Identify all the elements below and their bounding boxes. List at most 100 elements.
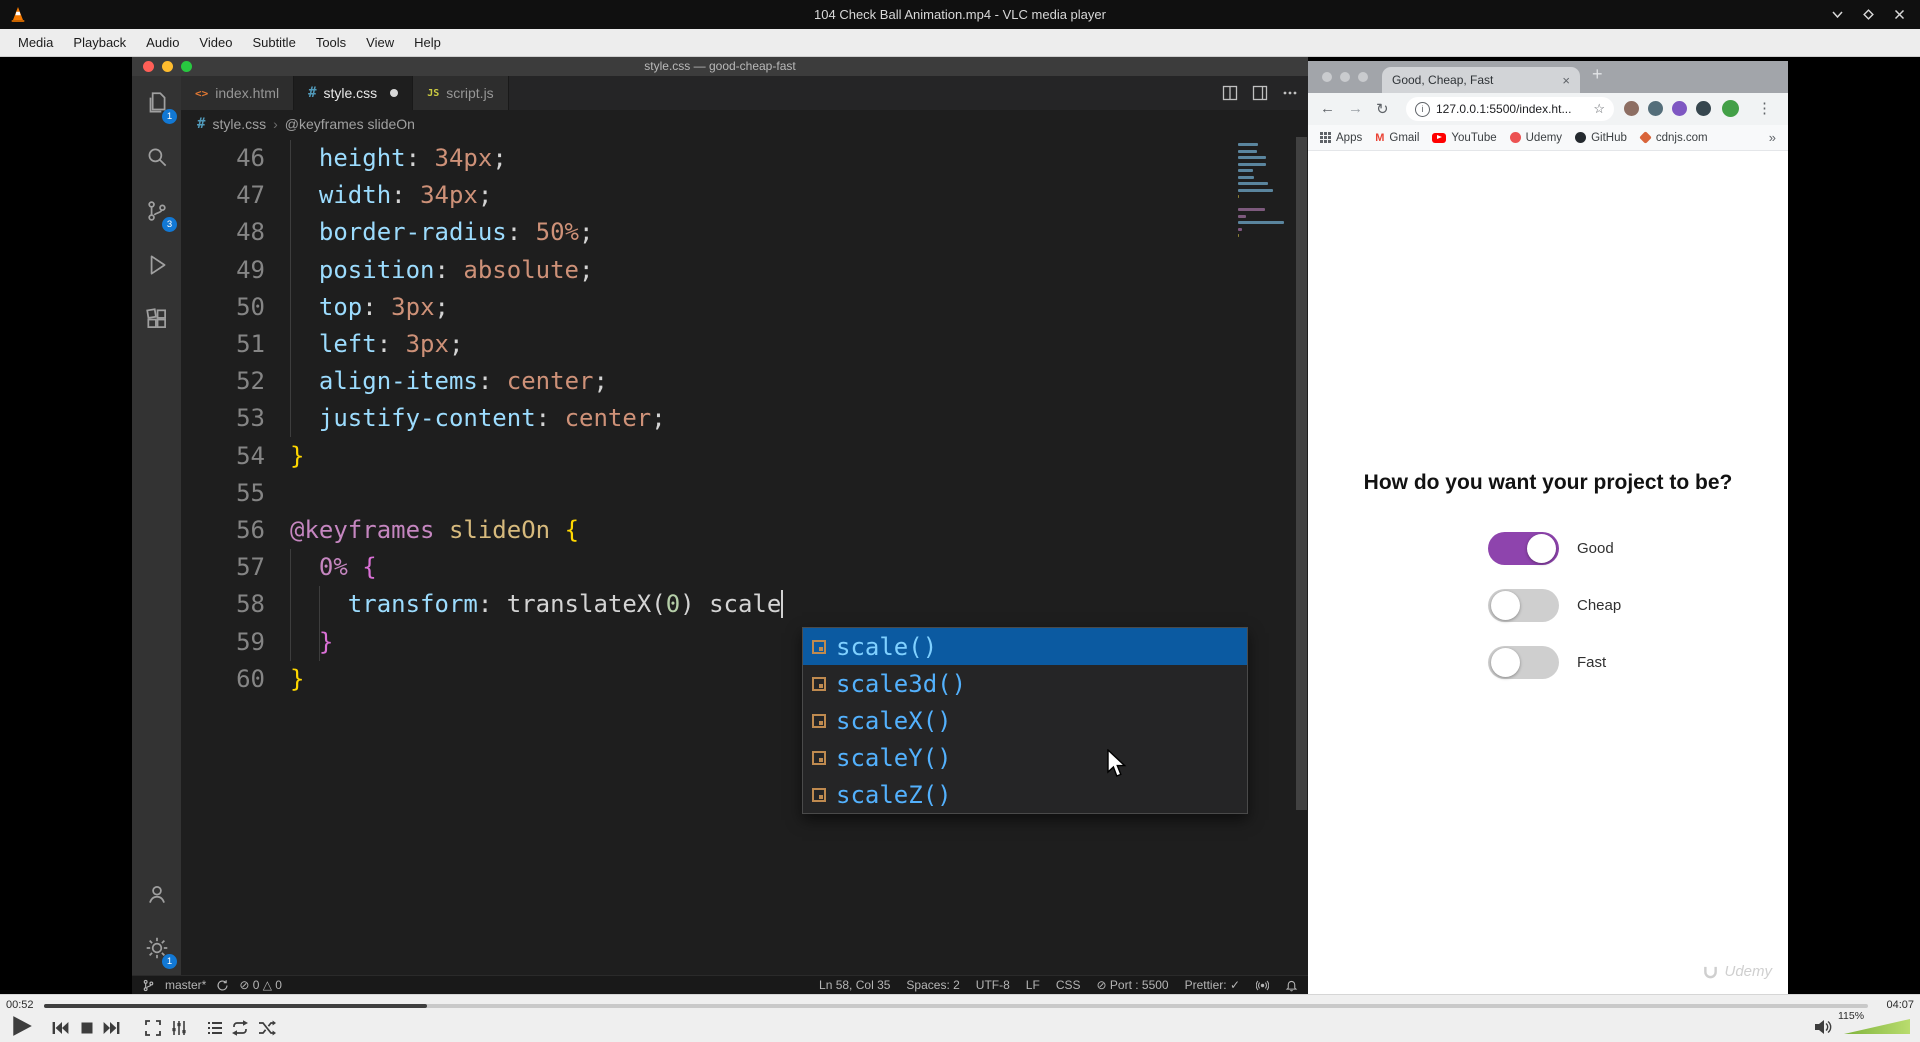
bookmark-udemy[interactable]: Udemy (1509, 131, 1563, 144)
breadcrumb[interactable]: # style.css › @keyframes slideOn (181, 110, 1308, 137)
menu-playback[interactable]: Playback (63, 29, 136, 56)
page-heading: How do you want your project to be? (1363, 471, 1733, 494)
tab-close-icon[interactable]: × (1562, 74, 1570, 87)
split-editor-icon[interactable] (1222, 85, 1238, 101)
mac-zoom-icon[interactable] (1358, 72, 1368, 82)
menu-media[interactable]: Media (8, 29, 63, 56)
play-button[interactable] (10, 1014, 34, 1038)
suggestion-item[interactable]: scaleZ() (803, 776, 1247, 813)
toggle-knob[interactable] (1527, 534, 1556, 563)
problems-label[interactable]: ⊘ 0 △ 0 (239, 978, 282, 992)
suggestion-item[interactable]: scale() (803, 628, 1247, 665)
suggestion-item[interactable]: scaleX() (803, 702, 1247, 739)
status-item[interactable]: CSS (1056, 978, 1081, 992)
menu-audio[interactable]: Audio (136, 29, 189, 56)
seek-bar[interactable] (44, 1004, 1868, 1008)
toggle-knob[interactable] (1491, 591, 1520, 620)
status-item[interactable]: Spaces: 2 (906, 978, 959, 992)
extended-settings-button[interactable] (170, 1019, 188, 1037)
status-item[interactable]: UTF-8 (976, 978, 1010, 992)
bookmark-youtube[interactable]: YouTube (1432, 132, 1497, 144)
profile-avatar[interactable] (1722, 100, 1739, 117)
explorer-icon[interactable]: 1 (132, 76, 181, 130)
bookmark-star-icon[interactable]: ☆ (1593, 101, 1605, 117)
minimize-icon[interactable] (1831, 8, 1844, 21)
mac-close-icon[interactable] (1322, 72, 1332, 82)
back-icon[interactable]: ← (1320, 100, 1335, 117)
tab-style.css[interactable]: # style.css (294, 76, 414, 110)
site-info-icon[interactable]: i (1415, 101, 1430, 117)
refresh-icon[interactable]: ↻ (1376, 100, 1389, 118)
url-text[interactable]: 127.0.0.1:5500/index.ht... (1436, 102, 1587, 116)
browser-menu-icon[interactable]: ⋮ (1757, 99, 1772, 117)
more-actions-icon[interactable] (1282, 85, 1298, 101)
tab-script.js[interactable]: JS script.js (413, 76, 509, 110)
close-icon[interactable] (1893, 8, 1906, 21)
next-button[interactable] (103, 1019, 121, 1037)
status-item[interactable]: Prettier: ✓ (1185, 978, 1240, 992)
shuffle-button[interactable] (258, 1019, 276, 1037)
loop-button[interactable] (231, 1019, 249, 1037)
toggle-switch-cheap[interactable] (1488, 589, 1559, 622)
editor-scrollbar[interactable] (1296, 137, 1307, 810)
code-editor[interactable]: 46 height: 34px; 47 width: 34px; 48 border… (181, 137, 1308, 975)
maximize-icon[interactable] (1862, 8, 1875, 21)
extension-icon[interactable] (1624, 101, 1639, 116)
line-number: 47 (236, 181, 265, 210)
toggle-knob[interactable] (1491, 648, 1520, 677)
account-icon[interactable] (132, 867, 181, 921)
menu-subtitle[interactable]: Subtitle (242, 29, 305, 56)
extension-icon[interactable] (1672, 101, 1687, 116)
forward-icon[interactable]: → (1348, 100, 1363, 117)
status-item[interactable]: Ln 58, Col 35 (819, 978, 890, 992)
sync-icon[interactable] (216, 979, 229, 992)
tab-label: script.js (446, 85, 494, 101)
toggle-switch-fast[interactable] (1488, 646, 1559, 679)
status-item[interactable]: ⊘ Port : 5500 (1097, 978, 1169, 992)
mac-minimize-icon[interactable] (1340, 72, 1350, 82)
run-debug-icon[interactable] (132, 238, 181, 292)
tab-index.html[interactable]: <> index.html (181, 76, 295, 110)
mac-close-icon[interactable] (143, 61, 154, 72)
unsaved-dot-icon[interactable] (390, 89, 399, 97)
fullscreen-button[interactable] (144, 1019, 162, 1037)
bookmarks-overflow-icon[interactable]: » (1769, 130, 1776, 145)
source-control-icon[interactable]: 3 (132, 184, 181, 238)
mac-minimize-icon[interactable] (162, 61, 173, 72)
extension-icon[interactable] (1696, 101, 1711, 116)
address-bar[interactable]: i 127.0.0.1:5500/index.ht... ☆ (1406, 97, 1614, 121)
video-display[interactable]: style.css — good-cheap-fast 1 3 1 <> ind… (0, 57, 1920, 994)
menu-video[interactable]: Video (189, 29, 242, 56)
toggle-switch-good[interactable] (1488, 532, 1559, 565)
suggestion-item[interactable]: scale3d() (803, 665, 1247, 702)
bookmark-github[interactable]: GitHub (1575, 132, 1627, 144)
bookmark-apps[interactable]: Apps (1320, 132, 1362, 144)
notifications-bell-icon[interactable] (1285, 979, 1298, 992)
extensions-icon[interactable] (132, 292, 181, 346)
suggestion-item[interactable]: scaleY() (803, 739, 1247, 776)
browser-tab[interactable]: Good, Cheap, Fast × (1382, 67, 1580, 93)
live-server-icon[interactable] (1256, 979, 1269, 992)
toggle-layout-icon[interactable] (1252, 85, 1268, 101)
minimap[interactable] (1238, 141, 1292, 251)
extension-icon[interactable] (1648, 101, 1663, 116)
git-branch-label[interactable]: master* (165, 978, 206, 992)
stop-button[interactable] (78, 1019, 96, 1037)
bookmark-gmail[interactable]: Gmail (1375, 132, 1419, 144)
status-item[interactable]: LF (1026, 978, 1040, 992)
settings-gear-icon[interactable]: 1 (132, 921, 181, 975)
bookmark-cdnjs-com[interactable]: cdnjs.com (1638, 131, 1708, 144)
vlc-player-window: 104 Check Ball Animation.mp4 - VLC media… (0, 0, 1920, 1042)
breadcrumb-file[interactable]: style.css (212, 116, 266, 132)
new-tab-icon[interactable]: + (1592, 64, 1603, 85)
mac-zoom-icon[interactable] (181, 61, 192, 72)
breadcrumb-symbol[interactable]: @keyframes slideOn (285, 116, 415, 132)
menu-view[interactable]: View (356, 29, 404, 56)
previous-button[interactable] (51, 1019, 69, 1037)
menu-help[interactable]: Help (404, 29, 451, 56)
volume-icon[interactable] (1814, 1018, 1832, 1036)
bookmark-label: Udemy (1525, 131, 1563, 144)
playlist-button[interactable] (206, 1019, 224, 1037)
menu-tools[interactable]: Tools (306, 29, 356, 56)
search-icon[interactable] (132, 130, 181, 184)
